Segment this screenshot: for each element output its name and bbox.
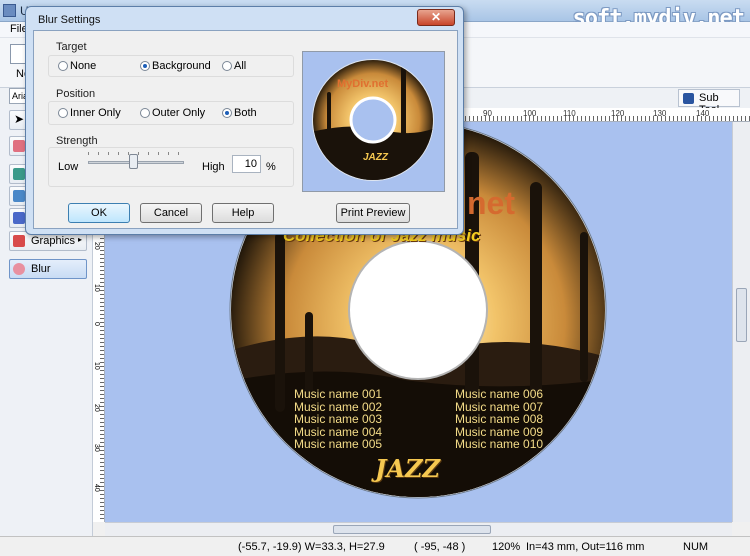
blur-button[interactable]: Blur: [9, 259, 87, 279]
blur-preview: MyDiv.net JAZZ: [302, 51, 445, 192]
blur-label: Blur: [31, 263, 51, 275]
track-item: Music name 003: [294, 412, 383, 427]
status-disc-size: In=43 mm, Out=116 mm: [526, 541, 645, 553]
strength-label: Strength: [56, 135, 98, 147]
graphics-icon: [13, 235, 25, 247]
position-both-radio[interactable]: Both: [222, 107, 257, 119]
ruler-label: 0: [93, 322, 100, 326]
radio-label: Inner Only: [70, 107, 121, 119]
high-label: High: [202, 161, 225, 173]
ok-button[interactable]: OK: [68, 203, 130, 223]
sub-tool-button[interactable]: Sub Tool: [678, 89, 740, 116]
ruler-label: 10: [93, 362, 100, 370]
status-cursor: ( -95, -48 ): [414, 541, 466, 553]
horizontal-scrollbar[interactable]: [105, 522, 732, 536]
status-bar: (-55.7, -19.9) W=33.3, H=27.9 ( -95, -48…: [0, 536, 750, 556]
track-item: Music name 005: [294, 437, 383, 452]
target-label: Target: [56, 41, 87, 53]
blur-icon: [13, 263, 25, 275]
image-icon: [13, 168, 25, 180]
radio-circle-icon: [140, 61, 150, 71]
target-none-radio[interactable]: None: [58, 60, 96, 72]
radio-label: All: [234, 60, 247, 72]
cancel-button[interactable]: Cancel: [140, 203, 202, 223]
close-button[interactable]: ✕: [417, 9, 455, 26]
position-inner-radio[interactable]: Inner Only: [58, 107, 121, 119]
blur-settings-dialog: Blur Settings ✕ Target None Background A…: [25, 6, 464, 235]
app-icon: [3, 4, 16, 17]
cursor-icon: ➤: [14, 112, 25, 126]
status-num: NUM: [683, 541, 709, 553]
track-item: Music name 001: [294, 387, 383, 401]
preview-logo: JAZZ: [363, 152, 388, 163]
strength-value-input[interactable]: 10: [232, 155, 261, 173]
preview-title: MyDiv.net: [337, 78, 389, 90]
status-zoom: 120%: [492, 541, 521, 553]
track-item: Music name 008: [455, 412, 544, 427]
ruler-label: 20: [93, 242, 100, 250]
radio-label: Background: [152, 60, 211, 72]
strength-slider-thumb[interactable]: [129, 154, 138, 169]
radio-label: Both: [234, 107, 257, 119]
radio-circle-icon: [140, 108, 150, 118]
text-icon: [13, 212, 25, 224]
close-icon: ✕: [430, 10, 442, 24]
print-preview-button[interactable]: Print Preview: [336, 203, 410, 223]
tracklist-right: Music name 006 Music name 007 Music name…: [455, 388, 543, 451]
target-background-radio[interactable]: Background: [140, 60, 211, 72]
status-coords: (-55.7, -19.9) W=33.3, H=27.9: [238, 541, 385, 553]
horizontal-scroll-thumb[interactable]: [333, 525, 491, 534]
percent-unit: %: [266, 161, 276, 173]
track-item: Music name 010: [455, 437, 544, 452]
ruler-label: 20: [93, 404, 100, 412]
radio-circle-icon: [58, 108, 68, 118]
dialog-body: Target None Background All Position Inne…: [33, 30, 458, 229]
preview-disc: [312, 59, 434, 181]
radio-circle-icon: [58, 61, 68, 71]
graphics-label: Graphics: [31, 235, 76, 247]
radio-label: None: [70, 60, 97, 72]
radio-label: Outer Only: [152, 107, 206, 119]
radio-circle-icon: [222, 108, 232, 118]
vertical-scrollbar[interactable]: [732, 122, 750, 522]
ruler-label: 40: [93, 484, 100, 492]
low-label: Low: [58, 161, 79, 173]
shape-icon: [13, 140, 25, 152]
track-item: Music name 006: [455, 387, 544, 401]
chevron-right-icon: ▸: [77, 235, 82, 244]
target-all-radio[interactable]: All: [222, 60, 246, 72]
ruler-label: 10: [93, 284, 100, 292]
disc-title: net: [467, 185, 515, 221]
help-button[interactable]: Help: [212, 203, 274, 223]
ruler-label: 30: [93, 444, 100, 452]
radio-circle-icon: [222, 61, 232, 71]
fill-icon: [13, 190, 25, 202]
position-label: Position: [56, 88, 96, 100]
tracklist-left: Music name 001 Music name 002 Music name…: [294, 388, 382, 451]
jazz-logo: JAZZ: [375, 454, 441, 483]
vertical-scroll-thumb[interactable]: [736, 288, 747, 342]
sub-tool-icon: [683, 93, 694, 104]
position-outer-radio[interactable]: Outer Only: [140, 107, 205, 119]
dialog-title: Blur Settings: [38, 14, 101, 26]
